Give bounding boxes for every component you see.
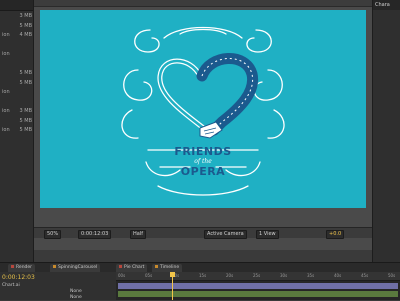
timeline-tab-label: Render [16, 265, 33, 270]
timeline-tab-label: Pie Chart [124, 265, 145, 270]
ruler-tick-label: 40s [334, 273, 342, 278]
ruler-tick-label: 50s [388, 273, 396, 278]
project-list-item[interactable]: ion 5 MB [0, 126, 34, 134]
timeline-layer-panel: 0:00:12:03 Chart.ai None None [0, 272, 117, 300]
tab-color-swatch [53, 265, 56, 268]
resolution-dropdown[interactable]: Half [130, 230, 146, 239]
viewer-topbar [34, 0, 372, 7]
timeline-tab[interactable]: Timeline [152, 264, 183, 272]
title-line-opera: OPERA [180, 165, 226, 178]
project-list-item[interactable]: 5 MB [0, 117, 34, 125]
project-item-size: 3 MB [19, 108, 32, 114]
project-item-name: ion [2, 108, 10, 114]
project-item-name: ion [2, 89, 10, 95]
project-list-item[interactable] [0, 41, 34, 49]
project-panel-header [0, 0, 33, 11]
ruler-tick-label: 45s [361, 273, 369, 278]
project-item-name: ion [2, 127, 10, 133]
timeline-tab-label: SpinningCarousel [58, 265, 98, 270]
character-panel-row[interactable] [375, 46, 399, 52]
character-panel-row[interactable] [375, 38, 399, 44]
friends-of-opera-artwork [121, 26, 285, 196]
project-list-item[interactable]: ion 3 MB [0, 107, 34, 115]
character-panel: Chara [372, 0, 400, 262]
tab-color-swatch [11, 265, 14, 268]
project-panel: 3 MB 5 MB ion 4 MB ion 5 MB 5 MB ion ion 3 MB 5 MB… [0, 0, 34, 262]
project-list-item[interactable] [0, 60, 34, 68]
timeline-track-area[interactable]: 00s 05s 10s 15s 20s 25s 30s 35s 40s 45s 50s [116, 272, 400, 300]
composition-viewer[interactable]: FRIENDS of the OPERA [34, 0, 372, 250]
project-item-size: 4 MB [19, 32, 32, 38]
project-list-item[interactable]: 3 MB [0, 12, 34, 20]
character-panel-row[interactable] [375, 30, 399, 36]
ruler-tick-label: 00s [118, 273, 126, 278]
view-layout-dropdown[interactable]: 1 View [256, 230, 279, 239]
ruler-tick-label: 05s [145, 273, 153, 278]
title-line-friends: FRIENDS [174, 145, 232, 158]
character-panel-row[interactable] [375, 22, 399, 28]
project-item-size: 5 MB [19, 70, 32, 76]
project-item-name: ion [2, 32, 10, 38]
timeline-panel: 0:00:12:03 Chart.ai None None 00s 05s 10s 15s… [0, 272, 400, 300]
project-list-item[interactable]: ion [0, 50, 34, 58]
layer-bar-1[interactable] [118, 283, 398, 289]
character-panel-title: Chara [373, 0, 400, 10]
ruler-tick-label: 30s [280, 273, 288, 278]
timeline-tab-label: Timeline [160, 265, 180, 270]
project-item-size: 5 MB [19, 79, 32, 86]
project-list-item[interactable]: 5 MB [0, 79, 34, 87]
timeline-ruler[interactable]: 00s 05s 10s 15s 20s 25s 30s 35s 40s 45s 50s [116, 272, 400, 281]
ruler-tick-label: 35s [307, 273, 315, 278]
timeline-current-time[interactable]: 0:00:12:03 [2, 274, 35, 281]
project-list-item[interactable]: ion [0, 88, 34, 96]
character-panel-row[interactable] [375, 86, 399, 92]
project-list-item[interactable]: ion 4 MB [0, 31, 34, 39]
artwork-title: FRIENDS of the OPERA [150, 146, 256, 178]
project-item-size: 3 MB [19, 13, 32, 19]
project-item-size: 5 MB [19, 117, 32, 124]
project-item-size: 5 MB [19, 127, 32, 133]
timeline-tab[interactable]: Pie Chart [116, 264, 148, 272]
character-panel-row[interactable] [375, 70, 399, 76]
character-panel-row[interactable] [375, 54, 399, 60]
ruler-tick-label: 15s [199, 273, 207, 278]
camera-dropdown[interactable]: Active Camera [204, 230, 247, 239]
timeline-tab[interactable]: Render [8, 264, 36, 272]
timeline-tab[interactable]: SpinningCarousel [50, 264, 101, 272]
ruler-tick-label: 25s [253, 273, 261, 278]
layer-bar-2[interactable] [118, 291, 398, 297]
composition-canvas[interactable]: FRIENDS of the OPERA [40, 10, 366, 208]
tab-color-swatch [155, 265, 158, 268]
character-panel-row[interactable] [375, 78, 399, 84]
viewer-controls: 50% 0:00:12:03 Half Active Camera 1 View… [34, 227, 372, 239]
project-list-item[interactable]: 5 MB [0, 69, 34, 77]
project-list-item[interactable]: 5 MB [0, 22, 34, 30]
timecode-display[interactable]: 0:00:12:03 [78, 230, 112, 239]
zoom-dropdown[interactable]: 50% [44, 230, 62, 239]
tab-color-swatch [119, 265, 122, 268]
character-panel-row[interactable] [375, 94, 399, 100]
character-panel-row[interactable] [375, 14, 399, 20]
character-panel-row[interactable] [375, 62, 399, 68]
project-item-size: 5 MB [19, 22, 32, 29]
ruler-tick-label: 20s [226, 273, 234, 278]
timeline-tabs: Render SpinningCarousel Pie Chart Timeline [0, 262, 400, 272]
project-item-name: ion [2, 51, 10, 57]
playhead-line[interactable] [172, 272, 173, 300]
timeline-layer-row[interactable]: Chart.ai [2, 282, 20, 289]
project-list-item[interactable] [0, 98, 34, 106]
exposure-value[interactable]: +0.0 [326, 230, 345, 239]
